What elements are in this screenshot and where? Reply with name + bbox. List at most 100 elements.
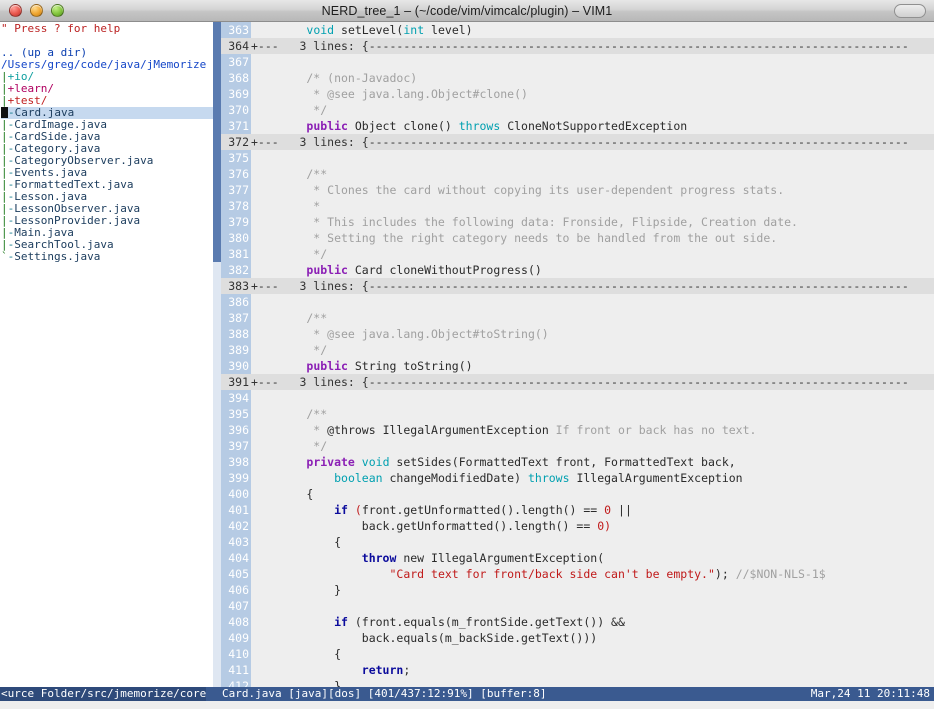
code-row[interactable]: 397 */ <box>221 438 934 454</box>
code-token: ----------------------------------------… <box>369 279 909 293</box>
code-text: return; <box>251 662 410 678</box>
line-number: 364 <box>221 38 251 54</box>
code-row[interactable]: 386 <box>221 294 934 310</box>
code-row[interactable]: 368 /* (non-Javadoc) <box>221 70 934 86</box>
nerdtree-pane[interactable]: " Press ? for help.. (up a dir)/Users/gr… <box>0 22 213 687</box>
code-row[interactable]: 407 <box>221 598 934 614</box>
line-number: 388 <box>221 326 251 342</box>
code-fold-row[interactable]: 372+--- 3 lines: {----------------------… <box>221 134 934 150</box>
vertical-scrollbar[interactable] <box>213 22 221 687</box>
code-row[interactable]: 388 * @see java.lang.Object#toString() <box>221 326 934 342</box>
code-text: /* (non-Javadoc) <box>251 70 417 86</box>
code-row[interactable]: 409 back.equals(m_backSide.getText())) <box>221 630 934 646</box>
code-token: level) <box>424 23 472 37</box>
code-text: * @throws IllegalArgumentException If fr… <box>251 422 756 438</box>
line-number: 394 <box>221 390 251 406</box>
code-row[interactable]: 377 * Clones the card without copying it… <box>221 182 934 198</box>
code-row[interactable]: 399 boolean changeModifiedDate) throws I… <box>221 470 934 486</box>
code-token: * Clones the card without copying its us… <box>251 183 784 197</box>
code-token <box>376 423 383 437</box>
code-fold-row[interactable]: 391+--- 3 lines: {----------------------… <box>221 374 934 390</box>
code-text: * This includes the following data: Fron… <box>251 214 798 230</box>
code-row[interactable]: 363 void setLevel(int level) <box>221 22 934 38</box>
code-token: CloneNotSupportedException <box>500 119 687 133</box>
code-row[interactable]: 370 */ <box>221 102 934 118</box>
code-token: setLevel( <box>334 23 403 37</box>
code-row[interactable]: 400 { <box>221 486 934 502</box>
code-token: { <box>251 647 341 661</box>
code-row[interactable]: 398 private void setSides(FormattedText … <box>221 454 934 470</box>
vertical-scrollbar-thumb[interactable] <box>213 22 221 262</box>
code-fold-row[interactable]: 364+--- 3 lines: {----------------------… <box>221 38 934 54</box>
nerdtree-file-Settings-java[interactable]: `-Settings.java <box>1 251 213 263</box>
code-row[interactable]: 401 if (front.getUnformatted().length() … <box>221 502 934 518</box>
code-row[interactable]: 411 return; <box>221 662 934 678</box>
code-token: Object clone() <box>348 119 459 133</box>
code-row[interactable]: 376 /** <box>221 166 934 182</box>
minimize-button[interactable] <box>30 4 43 17</box>
code-token: +--- 3 lines: { <box>251 375 369 389</box>
code-row[interactable]: 371 public Object clone() throws CloneNo… <box>221 118 934 134</box>
code-text: throw new IllegalArgumentException( <box>251 550 604 566</box>
code-token <box>251 359 306 373</box>
code-token: String toString() <box>348 359 473 373</box>
code-row[interactable]: 389 */ <box>221 342 934 358</box>
code-row[interactable]: 406 } <box>221 582 934 598</box>
code-text: /** <box>251 310 327 326</box>
code-token: ) <box>604 519 611 533</box>
line-number: 405 <box>221 566 251 582</box>
code-token: */ <box>251 343 327 357</box>
status-tree-pane: <urce Folder/src/jmemorize/core <box>0 687 206 701</box>
code-row[interactable]: 410 { <box>221 646 934 662</box>
code-token: * Setting the right category needs to be… <box>251 231 777 245</box>
code-token: ( <box>355 503 362 517</box>
line-number: 391 <box>221 374 251 390</box>
code-row[interactable]: 403 { <box>221 534 934 550</box>
code-row[interactable]: 379 * This includes the following data: … <box>221 214 934 230</box>
code-fold-row[interactable]: 383+--- 3 lines: {----------------------… <box>221 278 934 294</box>
code-text: */ <box>251 342 327 358</box>
code-row[interactable]: 402 back.getUnformatted().length() == 0) <box>221 518 934 534</box>
code-token: * @see java.lang.Object#clone() <box>251 87 528 101</box>
code-row[interactable]: 375 <box>221 150 934 166</box>
code-text: "Card text for front/back side can't be … <box>251 566 826 582</box>
code-token <box>251 23 306 37</box>
code-text: * @see java.lang.Object#toString() <box>251 326 549 342</box>
code-token: if <box>334 615 348 629</box>
line-number: 381 <box>221 246 251 262</box>
zoom-button[interactable] <box>51 4 64 17</box>
code-token <box>251 119 306 133</box>
code-row[interactable]: 380 * Setting the right category needs t… <box>221 230 934 246</box>
code-row[interactable]: 396 * @throws IllegalArgumentException I… <box>221 422 934 438</box>
code-text: */ <box>251 246 327 262</box>
line-number: 400 <box>221 486 251 502</box>
code-row[interactable]: 387 /** <box>221 310 934 326</box>
code-pane[interactable]: 363 void setLevel(int level)364+--- 3 li… <box>221 22 934 687</box>
code-token: setSides(FormattedText front, FormattedT… <box>390 455 736 469</box>
code-token: back.equals(m_backSide.getText())) <box>251 631 597 645</box>
code-row[interactable]: 404 throw new IllegalArgumentException( <box>221 550 934 566</box>
code-row[interactable]: 382 public Card cloneWithoutProgress() <box>221 262 934 278</box>
code-row[interactable]: 381 */ <box>221 246 934 262</box>
code-row[interactable]: 405 "Card text for front/back side can't… <box>221 566 934 582</box>
code-row[interactable]: 378 * <box>221 198 934 214</box>
code-row[interactable]: 390 public String toString() <box>221 358 934 374</box>
code-text: /** <box>251 166 327 182</box>
code-token: IllegalArgumentException <box>570 471 743 485</box>
code-token: void <box>306 23 334 37</box>
code-row[interactable]: 367 <box>221 54 934 70</box>
code-token: ----------------------------------------… <box>369 375 909 389</box>
code-token: front.getUnformatted().length() == <box>362 503 604 517</box>
line-number: 377 <box>221 182 251 198</box>
toolbar-toggle-button[interactable] <box>894 4 926 18</box>
code-row[interactable]: 369 * @see java.lang.Object#clone() <box>221 86 934 102</box>
code-text: * <box>251 198 320 214</box>
code-text: * Clones the card without copying its us… <box>251 182 784 198</box>
code-token: throw <box>362 551 397 565</box>
line-number: 404 <box>221 550 251 566</box>
close-button[interactable] <box>9 4 22 17</box>
code-row[interactable]: 412 } <box>221 678 934 687</box>
code-row[interactable]: 395 /** <box>221 406 934 422</box>
code-row[interactable]: 394 <box>221 390 934 406</box>
code-row[interactable]: 408 if (front.equals(m_frontSide.getText… <box>221 614 934 630</box>
